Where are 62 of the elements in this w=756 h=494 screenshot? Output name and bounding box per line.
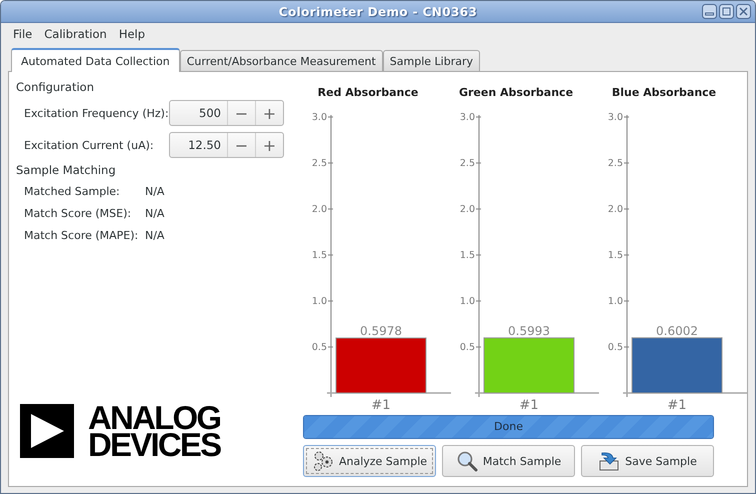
decrement-button[interactable]: − bbox=[227, 133, 255, 157]
chart-title: Red Absorbance bbox=[316, 86, 420, 99]
action-button[interactable]: Analyze Sample bbox=[303, 445, 436, 477]
field-value: N/A bbox=[145, 184, 164, 198]
close-icon[interactable] bbox=[736, 4, 751, 19]
tick-label: 3.0 bbox=[312, 112, 327, 123]
action-button[interactable]: Save Sample bbox=[581, 445, 714, 477]
category-label: #1 bbox=[667, 398, 687, 412]
tick-label: 2.0 bbox=[608, 204, 623, 215]
tick-label: 2.0 bbox=[460, 204, 475, 215]
increment-button[interactable]: + bbox=[255, 101, 283, 125]
window-title: Colorimeter Demo - CN0363 bbox=[278, 4, 478, 18]
tick-label: 0.5 bbox=[312, 342, 327, 353]
tick-label: 2.5 bbox=[608, 158, 623, 169]
menu-item[interactable]: Help bbox=[112, 26, 152, 40]
logo-icon bbox=[20, 404, 74, 458]
tick-label: 1.5 bbox=[608, 250, 623, 261]
chart-title: Green Absorbance bbox=[458, 86, 574, 99]
category-label: #1 bbox=[519, 398, 539, 412]
tick-label: 2.5 bbox=[312, 158, 327, 169]
value-label: 0.5993 bbox=[508, 324, 550, 338]
field-label: Excitation Current (uA): bbox=[24, 138, 155, 152]
tick-label: 1.0 bbox=[608, 296, 623, 307]
save-icon bbox=[598, 450, 620, 472]
maximize-icon[interactable] bbox=[719, 4, 734, 19]
tick-label: 1.0 bbox=[460, 296, 475, 307]
decrement-button[interactable]: − bbox=[227, 101, 255, 125]
tick-label: 0.5 bbox=[608, 342, 623, 353]
section-heading: Configuration bbox=[16, 80, 95, 94]
value-label: 0.5978 bbox=[360, 324, 402, 338]
progress-label: Done bbox=[493, 419, 524, 435]
logo-text: ANALOG DEVICES bbox=[88, 404, 220, 458]
field-value: N/A bbox=[145, 228, 164, 242]
tick-label: 1.5 bbox=[460, 250, 475, 261]
action-button[interactable]: Match Sample bbox=[442, 445, 575, 477]
spin-field[interactable]: 500 − + bbox=[169, 100, 284, 126]
menu-item[interactable]: File bbox=[7, 26, 38, 40]
field-label: Match Score (MSE): bbox=[24, 206, 132, 220]
menu-item[interactable]: Calibration bbox=[38, 26, 113, 40]
gears-icon bbox=[312, 450, 334, 472]
tick-label: 2.5 bbox=[460, 158, 475, 169]
spin-field[interactable]: 12.50 − + bbox=[169, 132, 284, 158]
value-label: 0.6002 bbox=[656, 324, 698, 338]
minimize-icon[interactable] bbox=[702, 4, 717, 19]
tick-label: 3.0 bbox=[608, 112, 623, 123]
category-label: #1 bbox=[371, 398, 391, 412]
field-label: Matched Sample: bbox=[24, 184, 121, 198]
section-heading: Sample Matching bbox=[16, 163, 117, 177]
tab[interactable]: Automated Data Collection bbox=[11, 48, 180, 72]
field-label: Excitation Frequency (Hz): bbox=[24, 106, 169, 120]
tick-label: 2.0 bbox=[312, 204, 327, 215]
field-label: Match Score (MAPE): bbox=[24, 228, 140, 242]
tick-label: 1.5 bbox=[312, 250, 327, 261]
tick-label: 1.0 bbox=[312, 296, 327, 307]
chart-title: Blue Absorbance bbox=[610, 86, 718, 99]
tab[interactable]: Current/Absorbance Measurement bbox=[180, 50, 383, 71]
tab[interactable]: Sample Library bbox=[382, 50, 480, 71]
field-value: N/A bbox=[145, 206, 164, 220]
tick-label: 3.0 bbox=[460, 112, 475, 123]
increment-button[interactable]: + bbox=[255, 133, 283, 157]
search-icon bbox=[456, 450, 478, 472]
tick-label: 0.5 bbox=[460, 342, 475, 353]
